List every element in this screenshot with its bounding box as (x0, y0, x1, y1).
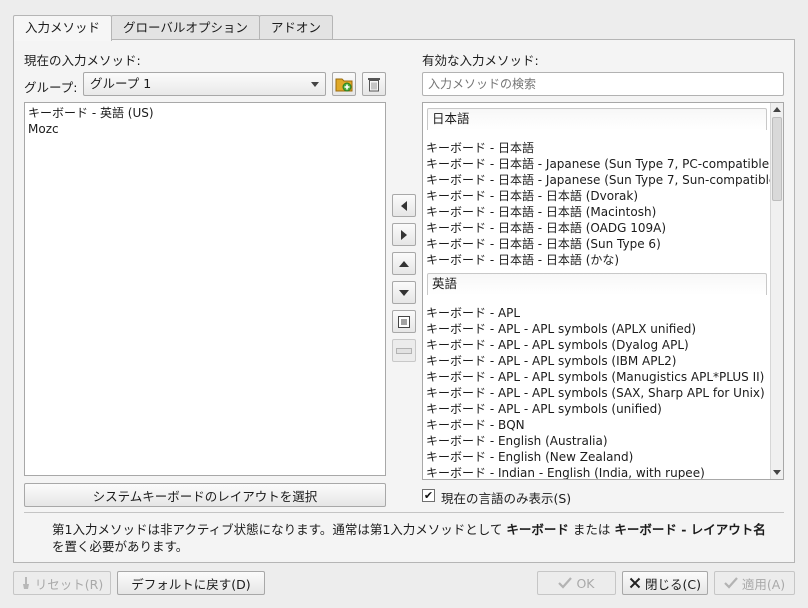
apply-label: 適用(A) (741, 576, 786, 592)
reset-button[interactable]: リセット(R) (13, 571, 111, 595)
scroll-down-icon[interactable] (773, 470, 781, 475)
list-item[interactable]: キーボード - APL - APL symbols (SAX, Sharp AP… (423, 385, 771, 401)
list-item[interactable]: キーボード - 日本語 - 日本語 (かな) (423, 252, 771, 268)
reset-label: リセット(R) (34, 576, 104, 592)
arrow-down-icon (399, 289, 409, 296)
move-down-button[interactable] (392, 281, 416, 304)
tab-input-method[interactable]: 入力メソッド (13, 15, 113, 41)
note-text-3: を置く必要があります。 (52, 539, 189, 554)
list-item[interactable]: キーボード - Indian - English (India, with ru… (423, 465, 771, 479)
chevron-down-icon (311, 82, 319, 87)
tab-addons[interactable]: アドオン (258, 15, 333, 40)
vertical-scrollbar[interactable] (770, 103, 783, 479)
scroll-up-icon[interactable] (773, 107, 781, 112)
available-input-methods-label: 有効な入力メソッド: (422, 53, 539, 68)
tab-bar: 入力メソッド グローバルオプション アドオン (13, 15, 333, 41)
ok-icon (558, 577, 573, 589)
configure-icon (398, 315, 410, 328)
list-item[interactable]: キーボード - APL (423, 305, 771, 321)
list-item[interactable]: キーボード - 英語 (US) (25, 105, 385, 121)
current-input-methods-label: 現在の入力メソッド: (24, 53, 141, 68)
move-up-button[interactable] (392, 252, 416, 275)
remove-group-button[interactable] (362, 72, 386, 96)
list-item[interactable]: キーボード - English (New Zealand) (423, 449, 771, 465)
available-input-method-list[interactable]: 日本語キーボード - 日本語 キーボード - 日本語 - Japanese (Su… (422, 102, 784, 480)
folder-add-icon (335, 78, 353, 92)
list-item[interactable]: Mozc (25, 121, 385, 137)
list-item[interactable]: キーボード - 日本語 - 日本語 (Sun Type 6) (423, 236, 771, 252)
available-list-content: 日本語キーボード - 日本語 キーボード - 日本語 - Japanese (Su… (423, 103, 781, 479)
current-input-method-list[interactable]: キーボード - 英語 (US) Mozc (24, 102, 386, 476)
select-system-layout-button[interactable]: システムキーボードのレイアウトを選択 (24, 483, 386, 507)
group-label: グループ: (24, 80, 78, 95)
list-item[interactable]: キーボード - 日本語 - 日本語 (Macintosh) (423, 204, 771, 220)
configure-button[interactable] (392, 310, 416, 333)
move-right-button[interactable] (392, 223, 416, 246)
list-item[interactable]: キーボード - APL - APL symbols (IBM APL2) (423, 353, 771, 369)
restore-defaults-button[interactable]: デフォルトに戻す(D) (117, 571, 265, 595)
list-item[interactable]: キーボード - 日本語 - Japanese (Sun Type 7, Sun-… (423, 172, 781, 188)
list-item[interactable]: キーボード - APL - APL symbols (Manugistics A… (423, 369, 771, 385)
move-left-button[interactable] (392, 194, 416, 217)
close-button[interactable]: 閉じる(C) (622, 571, 708, 595)
ok-button[interactable]: OK (537, 571, 616, 595)
layout-button[interactable] (392, 339, 416, 362)
list-item[interactable]: キーボード - APL - APL symbols (unified) (423, 401, 771, 417)
group-header: 英語 (427, 273, 767, 295)
list-item[interactable]: キーボード - 日本語 - Japanese (Sun Type 7, PC-c… (423, 156, 774, 172)
search-input[interactable] (422, 72, 784, 96)
select-system-layout-label: システムキーボードのレイアウトを選択 (92, 488, 318, 504)
list-item[interactable]: キーボード - APL - APL symbols (Dyalog APL) (423, 337, 771, 353)
info-note: 第1入力メソッドは非アクティブ状態になります。通常は第1入力メソッドとして キー… (52, 521, 780, 555)
list-item[interactable]: キーボード - BQN (423, 417, 771, 433)
tab-global-options[interactable]: グローバルオプション (111, 15, 260, 40)
group-select[interactable]: グループ 1 (83, 72, 326, 96)
note-text-1: 第1入力メソッドは非アクティブ状態になります。通常は第1入力メソッドとして (52, 522, 507, 537)
current-language-only-label[interactable]: 現在の言語のみ表示(S) (441, 488, 571, 507)
list-item[interactable]: キーボード - 日本語 - 日本語 (Dvorak) (423, 188, 771, 204)
group-header: 日本語 (427, 108, 767, 130)
list-item[interactable]: キーボード - APL - APL symbols (APLX unified) (423, 321, 771, 337)
arrow-right-icon (401, 229, 407, 240)
apply-button[interactable]: 適用(A) (714, 571, 795, 595)
ok-label: OK (576, 575, 595, 591)
list-item[interactable]: キーボード - 日本語 - 日本語 (OADG 109A) (423, 220, 771, 236)
list-item[interactable]: キーボード - 日本語 (423, 140, 771, 156)
apply-icon (724, 577, 738, 589)
restore-defaults-label: デフォルトに戻す(D) (131, 576, 251, 592)
note-bold-1: キーボード (506, 522, 569, 537)
note-bold-2: キーボード - レイアウト名 (614, 522, 766, 537)
separator (24, 512, 784, 513)
list-item[interactable]: キーボード - English (Australia) (423, 433, 771, 449)
add-group-button[interactable] (332, 72, 356, 96)
close-label: 閉じる(C) (645, 576, 701, 592)
note-text-2: または (568, 522, 615, 537)
trash-icon (368, 78, 380, 92)
keyboard-icon (396, 347, 412, 354)
close-icon (629, 577, 641, 589)
scroll-thumb[interactable] (772, 117, 782, 201)
arrow-left-icon (401, 200, 407, 211)
current-language-only-checkbox[interactable]: ✔ (422, 489, 435, 502)
group-select-value: グループ 1 (90, 76, 152, 91)
arrow-up-icon (399, 260, 409, 267)
reset-icon (22, 577, 29, 589)
